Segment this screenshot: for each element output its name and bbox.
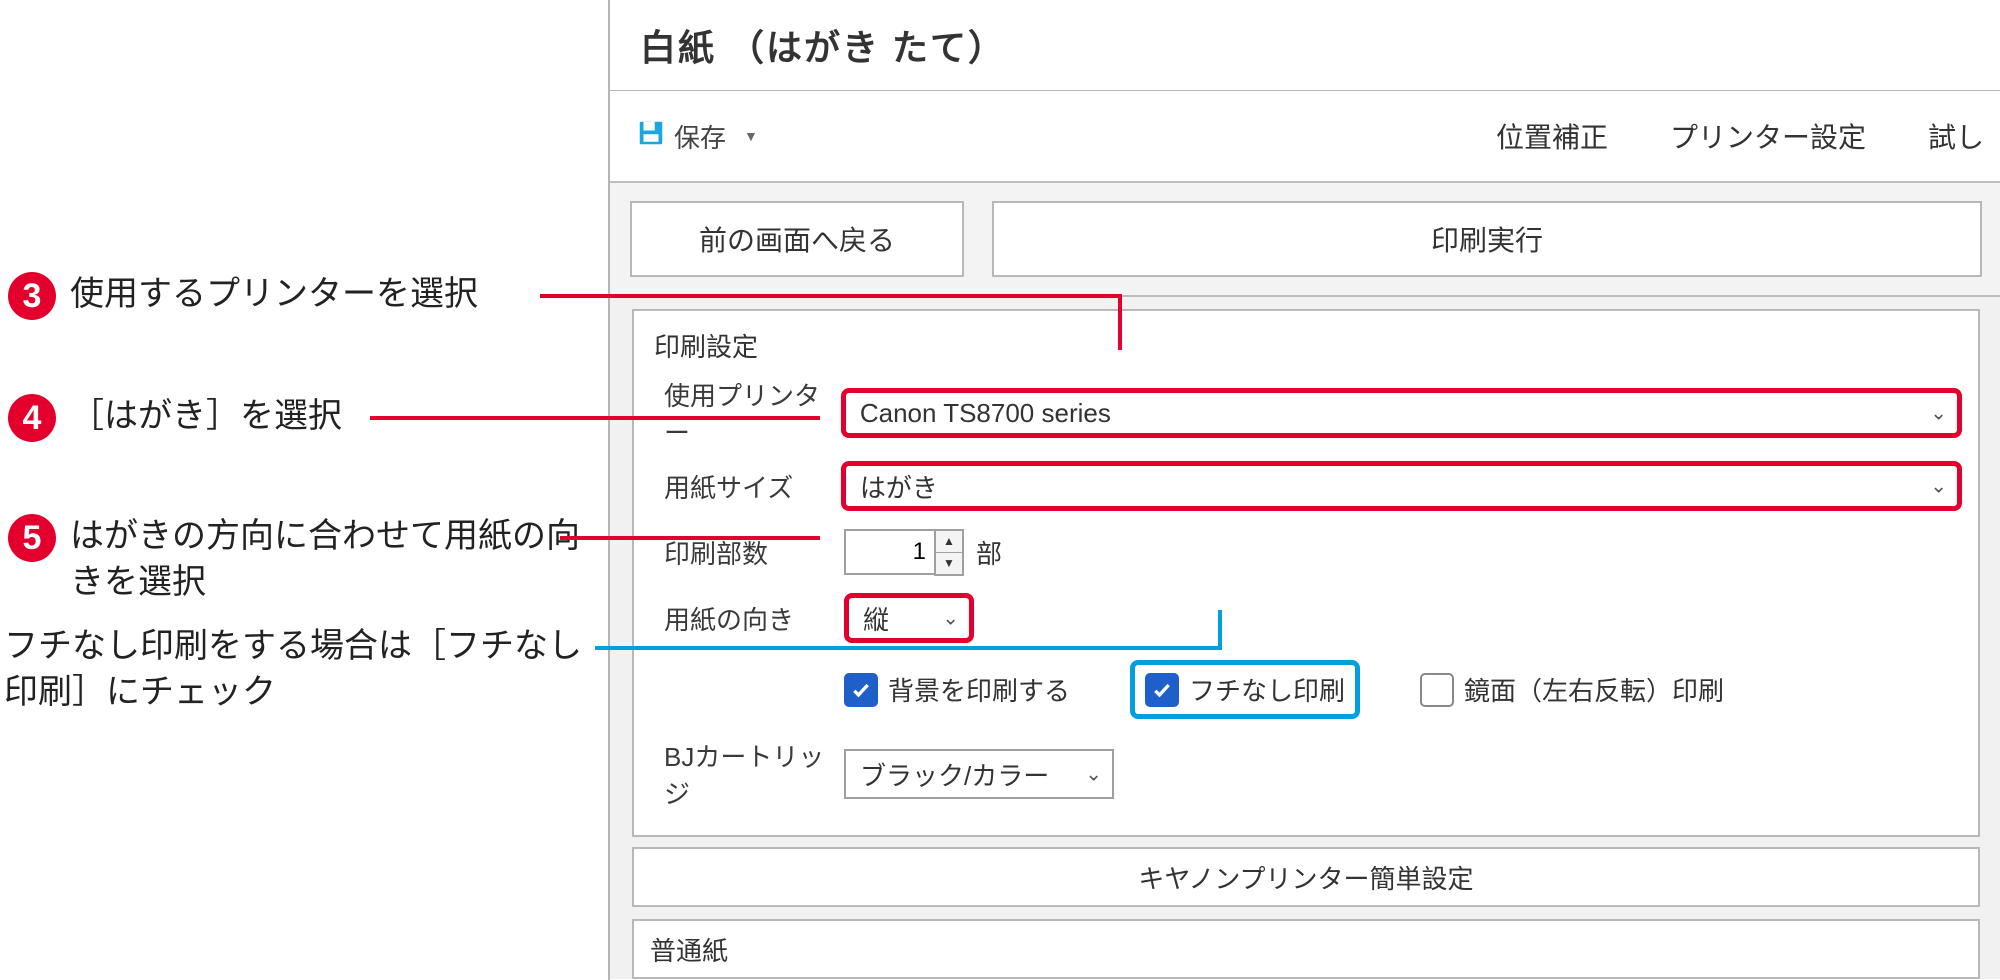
- paper-size-label: 用紙サイズ: [650, 468, 841, 505]
- paper-type-value[interactable]: 普通紙: [632, 919, 1980, 979]
- cartridge-row: BJカートリッジ ブラック/カラー ⌄: [650, 737, 1962, 811]
- printer-select[interactable]: Canon TS8700 series ⌄: [841, 388, 1962, 438]
- printer-settings-button[interactable]: プリンター設定: [1644, 116, 1892, 156]
- annotation-borderless-text: フチなし印刷をする場合は［フチなし印刷］にチェック: [0, 624, 604, 716]
- window-title-bar: 白紙 （はがき たて）: [610, 0, 2000, 91]
- annotation-borderless: フチなし印刷をする場合は［フチなし印刷］にチェック: [0, 624, 604, 716]
- borderless-label: フチなし印刷: [1189, 671, 1345, 708]
- printer-row: 使用プリンター Canon TS8700 series ⌄: [650, 376, 1962, 450]
- print-background-checkbox[interactable]: 背景を印刷する: [844, 671, 1070, 708]
- step-badge-3: 3: [8, 272, 56, 320]
- app-window: 白紙 （はがき たて） 保存 ▼ 位置補正 プリンター設定 試し 前の画面へ戻る…: [608, 0, 2000, 980]
- print-settings-panel: 印刷設定 使用プリンター Canon TS8700 series ⌄ 用紙サイズ…: [610, 297, 2000, 979]
- annotation-4-text: ［はがき］を選択: [70, 394, 342, 440]
- cartridge-select[interactable]: ブラック/カラー ⌄: [844, 749, 1114, 799]
- copies-label: 印刷部数: [650, 534, 844, 571]
- print-options-row: 背景を印刷する フチなし印刷: [650, 660, 1962, 719]
- chevron-down-icon: ⌄: [1930, 401, 1947, 426]
- annotation-3: 3 使用するプリンターを選択: [0, 272, 478, 320]
- mirror-checkbox[interactable]: 鏡面（左右反転）印刷: [1420, 671, 1724, 708]
- checkbox-box: [1145, 673, 1179, 707]
- save-button[interactable]: 保存 ▼: [636, 118, 758, 155]
- borderless-checkbox[interactable]: フチなし印刷: [1145, 671, 1345, 708]
- position-correction-button[interactable]: 位置補正: [1470, 116, 1634, 156]
- canon-easy-settings-header[interactable]: キヤノンプリンター簡単設定: [632, 847, 1980, 907]
- orientation-value: 縦: [863, 600, 889, 637]
- copies-unit: 部: [976, 534, 1002, 571]
- step-badge-5: 5: [8, 514, 56, 562]
- annotation-3-text: 使用するプリンターを選択: [70, 272, 478, 318]
- orientation-select[interactable]: 縦 ⌄: [844, 593, 974, 643]
- stepper-down-icon[interactable]: ▼: [936, 553, 962, 574]
- orientation-row: 用紙の向き 縦 ⌄: [650, 588, 1962, 648]
- dropdown-caret-icon[interactable]: ▼: [734, 128, 758, 144]
- paper-size-row: 用紙サイズ はがき ⌄: [650, 456, 1962, 516]
- back-button[interactable]: 前の画面へ戻る: [630, 201, 964, 277]
- stepper-up-icon[interactable]: ▲: [936, 531, 962, 553]
- step-badge-4: 4: [8, 394, 56, 442]
- document-title: 白紙 （はがき たて）: [640, 19, 1006, 71]
- primary-button-row: 前の画面へ戻る 印刷実行: [610, 183, 2000, 297]
- annotation-5: 5 はがきの方向に合わせて用紙の向きを選択: [0, 514, 600, 606]
- printer-value: Canon TS8700 series: [860, 398, 1111, 429]
- copies-stepper[interactable]: ▲ ▼: [844, 529, 964, 576]
- printer-label: 使用プリンター: [650, 376, 841, 450]
- print-background-label: 背景を印刷する: [888, 671, 1070, 708]
- borderless-highlight: フチなし印刷: [1130, 660, 1360, 719]
- print-settings-group: 印刷設定 使用プリンター Canon TS8700 series ⌄ 用紙サイズ…: [632, 309, 1980, 837]
- mirror-label: 鏡面（左右反転）印刷: [1464, 671, 1724, 708]
- checkbox-box: [844, 673, 878, 707]
- test-print-button-partial[interactable]: 試し: [1902, 116, 1984, 156]
- annotation-4: 4 ［はがき］を選択: [0, 394, 342, 442]
- cartridge-label: BJカートリッジ: [650, 737, 844, 811]
- cartridge-value: ブラック/カラー: [860, 756, 1049, 793]
- paper-size-value: はがき: [860, 468, 938, 505]
- toolbar: 保存 ▼ 位置補正 プリンター設定 試し: [610, 91, 2000, 183]
- save-label: 保存: [674, 118, 726, 155]
- save-icon: [636, 118, 666, 155]
- checkbox-box: [1420, 673, 1454, 707]
- chevron-down-icon: ⌄: [1085, 762, 1102, 787]
- chevron-down-icon: ⌄: [942, 606, 959, 631]
- print-execute-button[interactable]: 印刷実行: [992, 201, 1982, 277]
- print-settings-heading: 印刷設定: [654, 327, 1962, 364]
- chevron-down-icon: ⌄: [1930, 474, 1947, 499]
- orientation-label: 用紙の向き: [650, 600, 844, 637]
- paper-size-select[interactable]: はがき ⌄: [841, 461, 1962, 511]
- annotation-5-text: はがきの方向に合わせて用紙の向きを選択: [70, 514, 600, 606]
- copies-row: 印刷部数 ▲ ▼ 部: [650, 522, 1962, 582]
- copies-input[interactable]: [844, 529, 934, 575]
